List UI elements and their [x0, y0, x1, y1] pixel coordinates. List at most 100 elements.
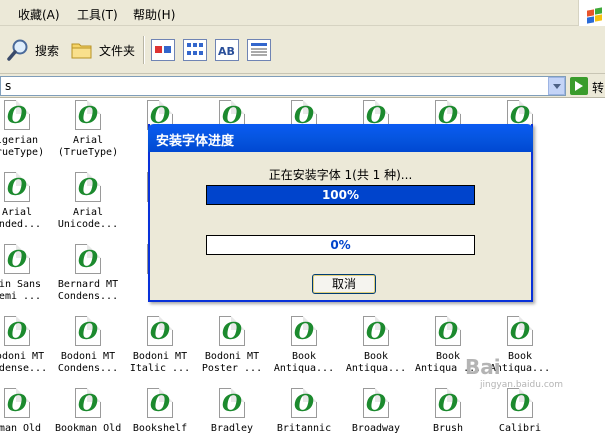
- font-file-item[interactable]: O Calibri: [487, 388, 553, 435]
- font-file-item[interactable]: O Arial (TrueType): [55, 100, 121, 159]
- font-file-name: Book Antiqua...: [273, 351, 335, 374]
- search-button[interactable]: 搜索: [6, 36, 59, 64]
- opentype-font-icon: O: [75, 244, 101, 274]
- font-file-name: kman Old: [0, 423, 42, 434]
- opentype-font-icon: O: [291, 388, 317, 418]
- dialog-title: 安装字体进度: [156, 134, 235, 149]
- opentype-font-icon: O: [291, 316, 317, 346]
- folders-button-label: 文件夹: [99, 43, 136, 58]
- opentype-font-icon: O: [75, 100, 101, 130]
- font-file-item[interactable]: O Bernard MT Condens...: [55, 244, 121, 303]
- font-file-name: Broadway: [351, 423, 401, 434]
- font-file-name: Arial unded...: [0, 207, 42, 230]
- opentype-font-icon: O: [4, 388, 30, 418]
- font-file-name: Bradley: [210, 423, 254, 434]
- view-thumbnails-button[interactable]: [151, 39, 175, 61]
- font-file-name: lin Sans Demi ...: [0, 279, 42, 302]
- opentype-font-icon: O: [4, 244, 30, 274]
- font-file-name: Bodoni MT Poster ...: [201, 351, 263, 374]
- toolbar-separator: [143, 36, 144, 64]
- opentype-font-icon: O: [363, 316, 389, 346]
- opentype-font-icon: O: [4, 172, 30, 202]
- font-file-item[interactable]: O Bradley: [199, 388, 265, 435]
- go-arrow-icon[interactable]: [570, 77, 588, 95]
- install-fonts-dialog: 安装字体进度 正在安装字体 1(共 1 种)... 100% 0% 取消: [148, 124, 533, 302]
- font-file-item[interactable]: O Bodoni MT Italic ...: [127, 316, 193, 375]
- font-file-name: Book Antiqua...: [345, 351, 407, 374]
- svg-text:AB: AB: [218, 45, 235, 58]
- font-file-item[interactable]: O Brush: [415, 388, 481, 435]
- opentype-font-icon: O: [507, 316, 533, 346]
- font-file-item[interactable]: O Book Antiqua...: [343, 316, 409, 375]
- baidu-watermark: Bai: [465, 355, 501, 379]
- progress-bar-overall: 0%: [206, 235, 475, 255]
- cancel-button[interactable]: 取消: [312, 274, 376, 294]
- progress-label-overall: 0%: [330, 238, 351, 252]
- windows-logo-icon: [578, 0, 605, 26]
- go-button-label[interactable]: 转: [592, 79, 604, 96]
- font-file-name: Brush: [432, 423, 464, 434]
- menu-bar: 收藏(A) 工具(T) 帮助(H): [0, 0, 605, 26]
- menu-favorites[interactable]: 收藏(A): [18, 6, 60, 23]
- opentype-font-icon: O: [363, 388, 389, 418]
- font-file-item[interactable]: O Bodoni MT Condens...: [55, 316, 121, 375]
- font-file-item[interactable]: Olin Sans Demi ...: [0, 244, 50, 303]
- progress-bar-current: 100%: [206, 185, 475, 205]
- address-input[interactable]: s: [0, 76, 566, 96]
- font-file-name: Bodoni MT Condens...: [57, 351, 119, 374]
- folder-icon: [71, 43, 92, 59]
- dialog-title-bar[interactable]: 安装字体进度: [148, 124, 533, 152]
- font-file-item[interactable]: O Broadway: [343, 388, 409, 435]
- icons-view-icon: [187, 43, 203, 55]
- menu-tools[interactable]: 工具(T): [77, 6, 118, 23]
- font-file-name: Arial (TrueType): [57, 135, 119, 158]
- install-status-text: 正在安装字体 1(共 1 种)...: [268, 168, 413, 182]
- font-file-name: Britannic: [276, 423, 332, 434]
- font-file-name: Bodoni MT Italic ...: [129, 351, 191, 374]
- font-file-item[interactable]: O Bookshelf: [127, 388, 193, 435]
- opentype-font-icon: O: [147, 388, 173, 418]
- opentype-font-icon: O: [507, 388, 533, 418]
- font-file-name: Bodoni MT ondense...: [0, 351, 48, 374]
- progress-label-current: 100%: [321, 188, 360, 202]
- font-file-item[interactable]: Olgerian (rueType): [0, 100, 50, 159]
- opentype-font-icon: O: [435, 316, 461, 346]
- opentype-font-icon: O: [4, 100, 30, 130]
- font-file-item[interactable]: O Arial unded...: [0, 172, 50, 231]
- view-icons-button[interactable]: [183, 39, 207, 61]
- font-file-name: Calibri: [498, 423, 542, 434]
- font-preview-icon: AB: [218, 45, 235, 58]
- search-button-label: 搜索: [35, 43, 60, 58]
- view-details-button[interactable]: [247, 39, 271, 61]
- font-file-name: lgerian (rueType): [0, 135, 45, 158]
- view-font-preview-button[interactable]: AB: [215, 39, 239, 61]
- font-file-item[interactable]: O Book Antiqua...: [271, 316, 337, 375]
- font-file-name: Arial Unicode...: [57, 207, 119, 230]
- opentype-font-icon: O: [219, 316, 245, 346]
- opentype-font-icon: O: [75, 388, 101, 418]
- search-icon: [7, 39, 28, 61]
- toolbar: 搜索 文件夹 AB: [0, 26, 605, 74]
- details-view-icon: [251, 43, 267, 56]
- font-file-item[interactable]: O Bodoni MT Poster ...: [199, 316, 265, 375]
- opentype-font-icon: O: [75, 172, 101, 202]
- opentype-font-icon: O: [75, 316, 101, 346]
- font-file-name: Bookman Old: [55, 423, 121, 434]
- folders-button[interactable]: 文件夹: [70, 36, 135, 64]
- opentype-font-icon: O: [147, 316, 173, 346]
- font-file-name: Bernard MT Condens...: [57, 279, 119, 302]
- address-dropdown-button[interactable]: [548, 77, 565, 95]
- menu-help[interactable]: 帮助(H): [133, 6, 175, 23]
- opentype-font-icon: O: [435, 388, 461, 418]
- font-file-item[interactable]: O Bookman Old: [55, 388, 121, 435]
- address-bar: s 转: [0, 74, 605, 98]
- font-file-item[interactable]: O Britannic: [271, 388, 337, 435]
- font-file-item[interactable]: Okman Old: [0, 388, 50, 435]
- opentype-font-icon: O: [4, 316, 30, 346]
- opentype-font-icon: O: [219, 388, 245, 418]
- font-file-item[interactable]: O Arial Unicode...: [55, 172, 121, 231]
- font-file-name: Bookshelf: [132, 423, 188, 434]
- font-file-item[interactable]: O Bodoni MT ondense...: [0, 316, 50, 375]
- baidu-watermark-url: jingyan.baidu.com: [480, 380, 564, 390]
- thumbnails-icon: [155, 46, 171, 53]
